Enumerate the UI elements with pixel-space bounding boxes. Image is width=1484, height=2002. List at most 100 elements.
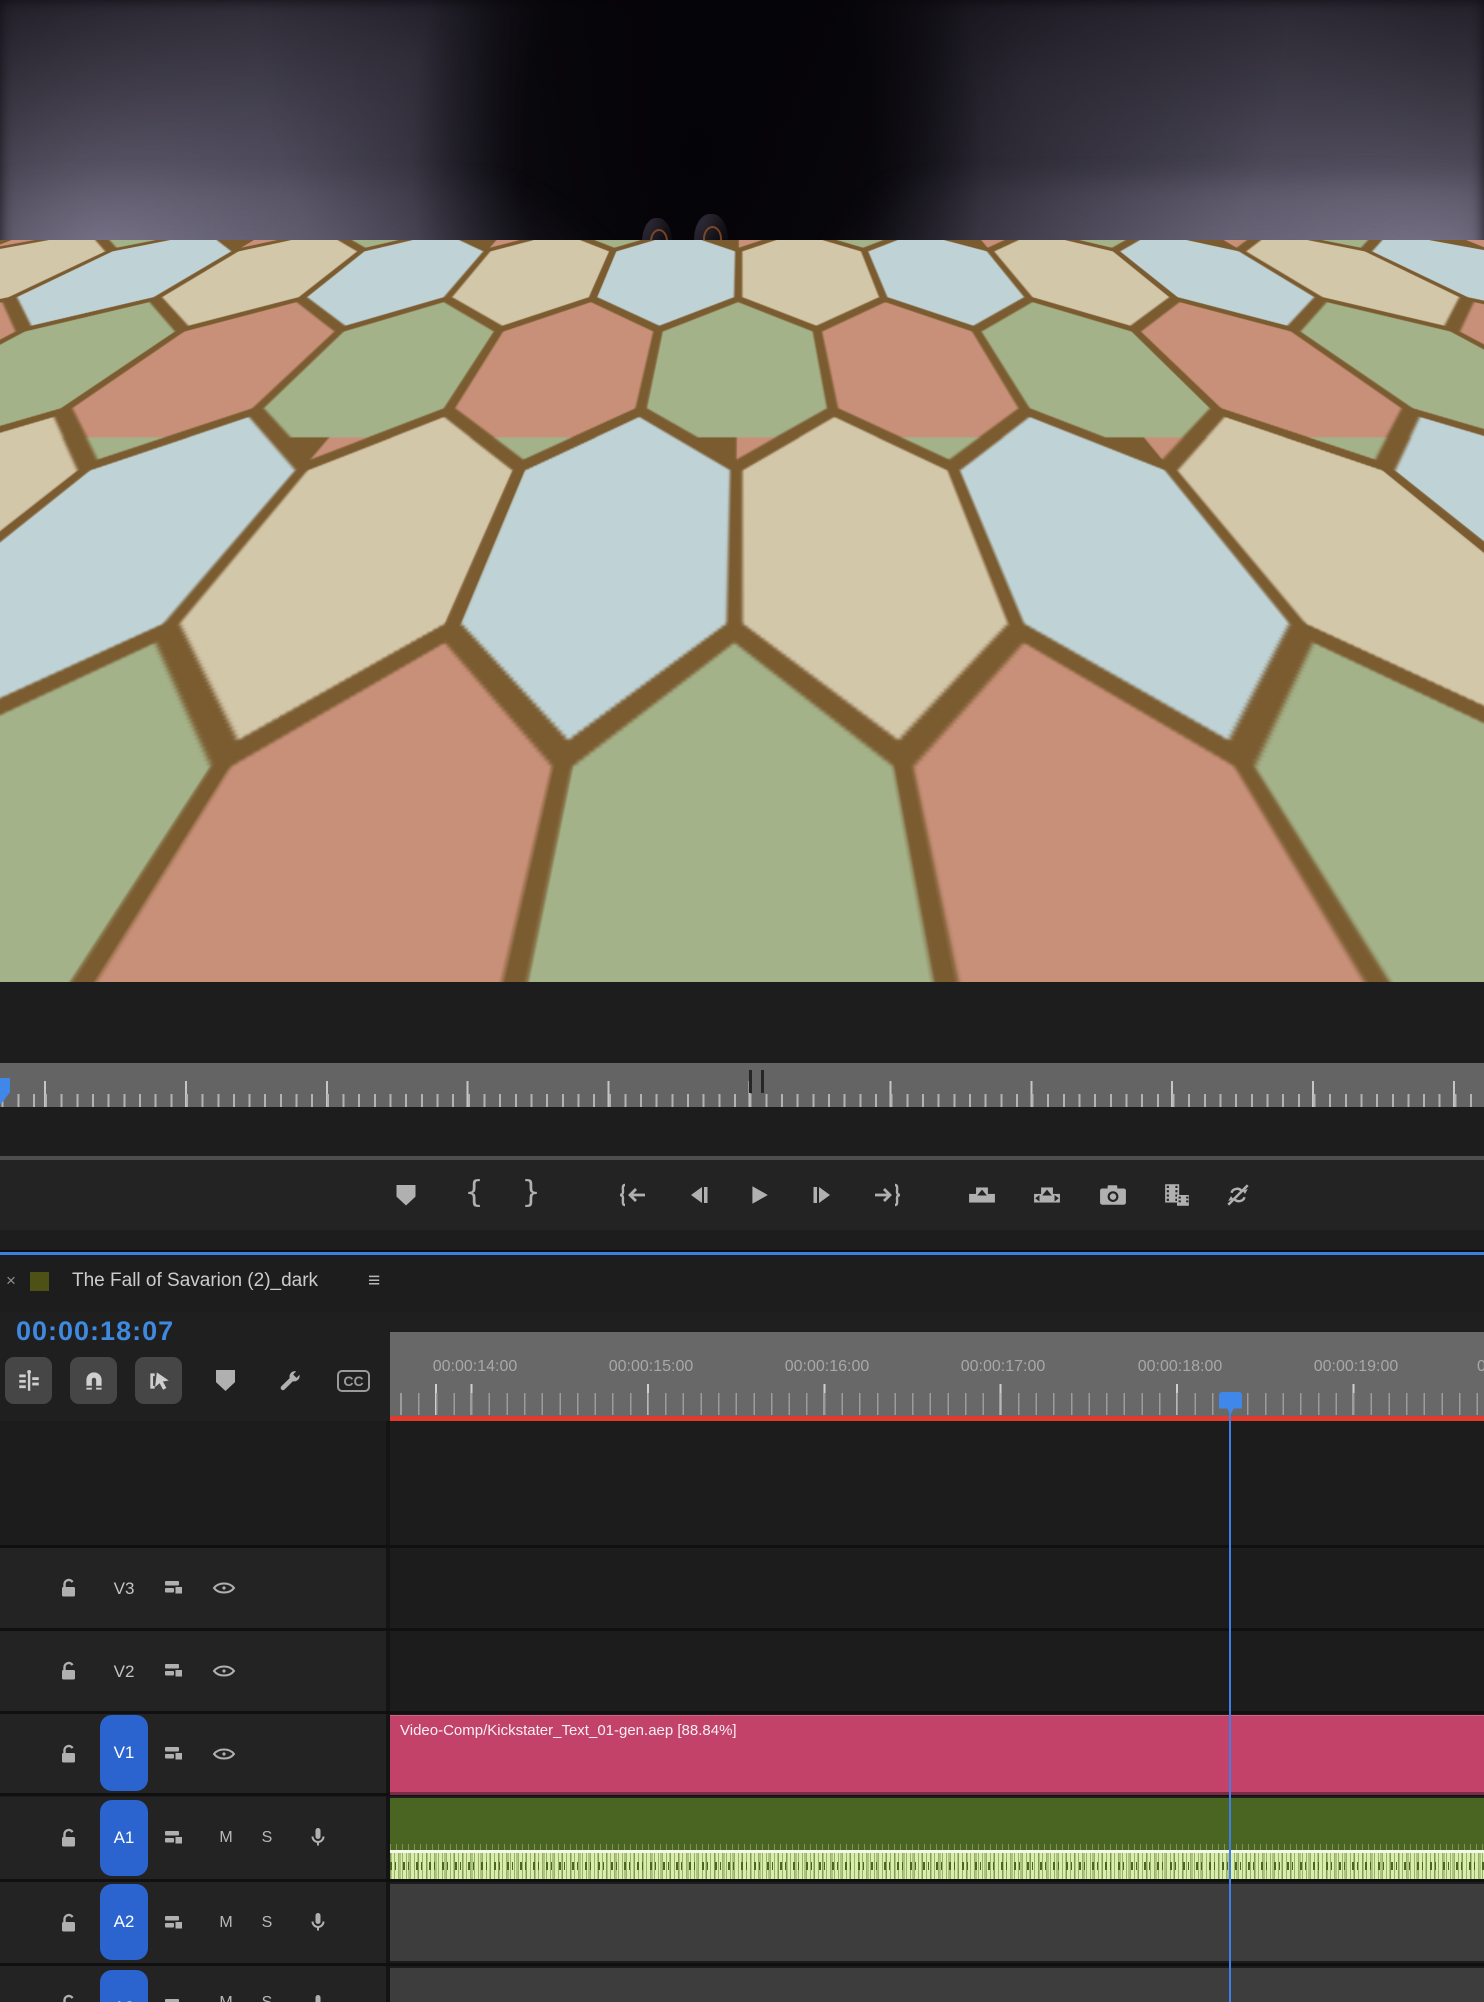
program-monitor-preview: 2 2 2 PREPARE YOUR TROOPS bbox=[0, 0, 1484, 982]
track-v2-content[interactable] bbox=[390, 1631, 1484, 1711]
sync-lock-icon[interactable] bbox=[162, 1659, 186, 1683]
track-header-v1: V1 bbox=[0, 1714, 386, 1793]
mark-out-button[interactable]: } bbox=[521, 1160, 540, 1230]
track-name-a1: A1 bbox=[114, 1828, 135, 1848]
waveform-band bbox=[390, 1853, 1484, 1879]
lock-icon[interactable] bbox=[57, 1659, 81, 1683]
timeline-ruler[interactable]: 00:00:14:00 00:00:15:00 00:00:16:00 00:0… bbox=[390, 1332, 1484, 1416]
eye-icon[interactable] bbox=[212, 1659, 236, 1683]
mark-in-icon: { bbox=[464, 1178, 483, 1212]
solo-button[interactable]: S bbox=[262, 1914, 273, 1932]
mark-out-icon: } bbox=[521, 1178, 540, 1212]
track-target-badge-a3[interactable]: A3 bbox=[100, 1970, 148, 2002]
track-header-a1: A1 M S bbox=[0, 1797, 386, 1879]
lock-icon[interactable] bbox=[57, 1826, 81, 1850]
track-target-badge-v1[interactable]: V1 bbox=[100, 1715, 148, 1791]
nest-sequence-icon bbox=[16, 1368, 42, 1394]
track-a3-content bbox=[390, 1966, 1484, 2002]
eye-icon[interactable] bbox=[212, 1742, 236, 1766]
step-back-button[interactable] bbox=[687, 1160, 711, 1230]
voiceover-mic-icon[interactable] bbox=[306, 1910, 330, 1934]
ruler-label: 00:00:19:00 bbox=[1314, 1358, 1399, 1376]
game-piece-token bbox=[694, 214, 728, 300]
track-name-a2: A2 bbox=[114, 1912, 135, 1932]
game-piece-token bbox=[642, 218, 672, 298]
lock-icon[interactable] bbox=[57, 1742, 81, 1766]
go-to-in-icon bbox=[617, 1183, 647, 1207]
clip-v1-kickstarter-text[interactable]: Video-Comp/Kickstater_Text_01-gen.aep [8… bbox=[390, 1715, 1484, 1795]
track-name-v1: V1 bbox=[114, 1743, 135, 1763]
sequence-tab-title[interactable]: The Fall of Savarion (2)_dark bbox=[72, 1270, 318, 1292]
timeline-settings-button[interactable] bbox=[266, 1357, 313, 1404]
nest-sequence-button[interactable] bbox=[5, 1357, 52, 1404]
voiceover-mic-icon[interactable] bbox=[306, 1992, 330, 2002]
timeline-add-marker-button[interactable] bbox=[202, 1357, 249, 1404]
snap-button[interactable] bbox=[70, 1357, 117, 1404]
mute-button[interactable]: M bbox=[219, 1994, 232, 2002]
lock-icon[interactable] bbox=[57, 1992, 81, 2002]
captions-button[interactable]: CC bbox=[330, 1357, 377, 1404]
solo-button[interactable]: S bbox=[262, 1829, 273, 1847]
sync-lock-icon[interactable] bbox=[162, 1742, 186, 1766]
mute-button[interactable]: M bbox=[219, 1829, 232, 1847]
eye-icon[interactable] bbox=[212, 1576, 236, 1600]
voiceover-mic-icon[interactable] bbox=[306, 1825, 330, 1849]
mute-button[interactable]: M bbox=[219, 1914, 232, 1932]
play-button[interactable] bbox=[748, 1160, 770, 1230]
solo-button[interactable]: S bbox=[262, 1994, 273, 2002]
sync-lock-icon[interactable] bbox=[162, 1994, 186, 2002]
add-marker-button[interactable] bbox=[397, 1160, 416, 1230]
comparison-view-button[interactable] bbox=[1163, 1160, 1191, 1230]
sync-lock-icon[interactable] bbox=[162, 1911, 186, 1935]
go-to-in-button[interactable] bbox=[617, 1160, 647, 1230]
export-frame-button[interactable] bbox=[1099, 1160, 1127, 1230]
ruler-label: 00:00:14:00 bbox=[433, 1358, 518, 1376]
step-back-icon bbox=[687, 1185, 711, 1205]
ruler-label: 00:00:16:00 bbox=[785, 1358, 870, 1376]
sync-lock-icon[interactable] bbox=[162, 1576, 186, 1600]
track-a1-content bbox=[390, 1797, 1484, 1879]
monitor-scrubber[interactable] bbox=[0, 1063, 1484, 1107]
fx-mute-icon bbox=[1225, 1182, 1251, 1208]
lock-icon[interactable] bbox=[57, 1911, 81, 1935]
ruler-label: 00:00:17:00 bbox=[961, 1358, 1046, 1376]
camera-icon bbox=[1099, 1183, 1127, 1207]
track-header-v2: V2 bbox=[0, 1631, 386, 1711]
marker-icon bbox=[397, 1185, 416, 1206]
lift-button[interactable] bbox=[968, 1160, 996, 1230]
clip-a1-audio[interactable] bbox=[390, 1798, 1484, 1879]
clip-a2-audio[interactable] bbox=[390, 1884, 1484, 1961]
go-to-out-button[interactable] bbox=[873, 1160, 903, 1230]
title-card-text: PREPARE YOUR TROOPS bbox=[0, 416, 1484, 480]
go-to-out-icon bbox=[873, 1183, 903, 1207]
track-v3-content[interactable] bbox=[390, 1548, 1484, 1628]
panel-menu-icon[interactable]: ≡ bbox=[368, 1269, 380, 1293]
clip-label: Video-Comp/Kickstater_Text_01-gen.aep [8… bbox=[400, 1722, 737, 1739]
close-panel-icon[interactable]: × bbox=[6, 1271, 16, 1291]
lock-icon[interactable] bbox=[57, 1576, 81, 1600]
track-header-a3: A3 M S bbox=[0, 1966, 386, 2002]
clip-a3-audio[interactable] bbox=[390, 1968, 1484, 2002]
step-forward-button[interactable] bbox=[810, 1160, 834, 1230]
extract-button[interactable] bbox=[1033, 1160, 1061, 1230]
game-piece-token bbox=[300, 258, 340, 363]
current-timecode[interactable]: 00:00:18:07 bbox=[16, 1316, 174, 1347]
timeline-panel: × The Fall of Savarion (2)_dark ≡ 00:00:… bbox=[0, 1255, 1484, 2002]
track-name-v2[interactable]: V2 bbox=[114, 1662, 135, 1682]
timeline-playhead-line[interactable] bbox=[1229, 1414, 1231, 2002]
film-strips-icon bbox=[1163, 1182, 1191, 1208]
linked-selection-button[interactable] bbox=[135, 1357, 182, 1404]
captions-icon: CC bbox=[337, 1370, 369, 1392]
sync-lock-icon[interactable] bbox=[162, 1826, 186, 1850]
track-header-v3: V3 bbox=[0, 1548, 386, 1628]
mark-in-button[interactable]: { bbox=[464, 1160, 483, 1230]
ruler-label-partial: 0 bbox=[1477, 1358, 1484, 1376]
track-name-v3[interactable]: V3 bbox=[114, 1579, 135, 1599]
play-icon bbox=[748, 1184, 770, 1206]
global-fx-mute-button[interactable] bbox=[1225, 1160, 1251, 1230]
lift-icon bbox=[968, 1184, 996, 1206]
step-forward-icon bbox=[810, 1185, 834, 1205]
timeline-tab-row: × The Fall of Savarion (2)_dark ≡ bbox=[0, 1255, 1484, 1312]
track-target-badge-a1[interactable]: A1 bbox=[100, 1800, 148, 1876]
track-target-badge-a2[interactable]: A2 bbox=[100, 1884, 148, 1960]
